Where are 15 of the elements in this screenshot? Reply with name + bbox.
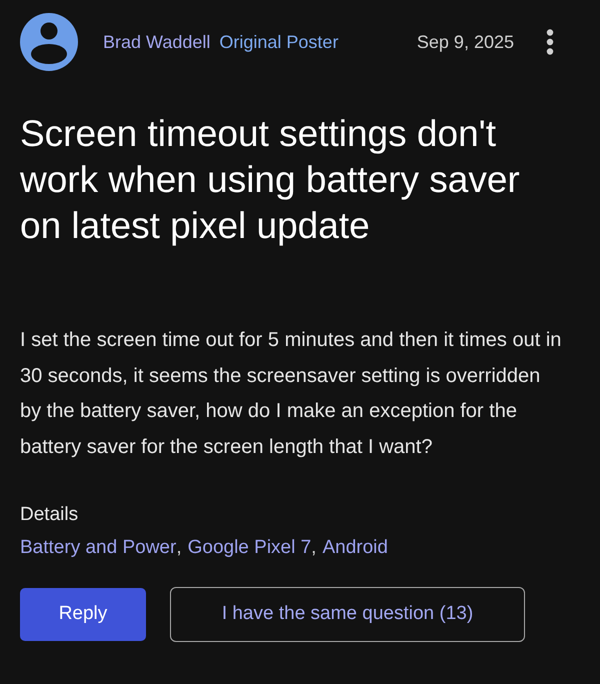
detail-link[interactable]: Android (322, 534, 388, 562)
post-date: Sep 9, 2025 (416, 30, 514, 54)
author-name[interactable]: Brad Waddell (103, 28, 210, 56)
original-poster-label: Original Poster (219, 30, 338, 54)
reply-button[interactable]: Reply (20, 588, 146, 641)
detail-link[interactable]: Google Pixel 7 (188, 534, 312, 562)
details-heading: Details (20, 503, 80, 527)
comma-separator: , (311, 536, 316, 560)
detail-link[interactable]: Battery and Power (20, 534, 176, 562)
more-options-icon[interactable] (546, 29, 554, 55)
post-title: Screen timeout settings don't work when using battery saver on latest pixel update (20, 112, 521, 248)
same-question-button[interactable]: I have the same question (13) (170, 587, 525, 642)
post-body: I set the screen time out for 5 minutes and then it times out in 30 seconds, it seems the screensaver setting is overridden by the battery saver, how do I make an exception for the battery saver for the screen length that I want? (20, 328, 562, 460)
comma-separator: , (176, 536, 182, 560)
avatar-icon (20, 13, 78, 71)
